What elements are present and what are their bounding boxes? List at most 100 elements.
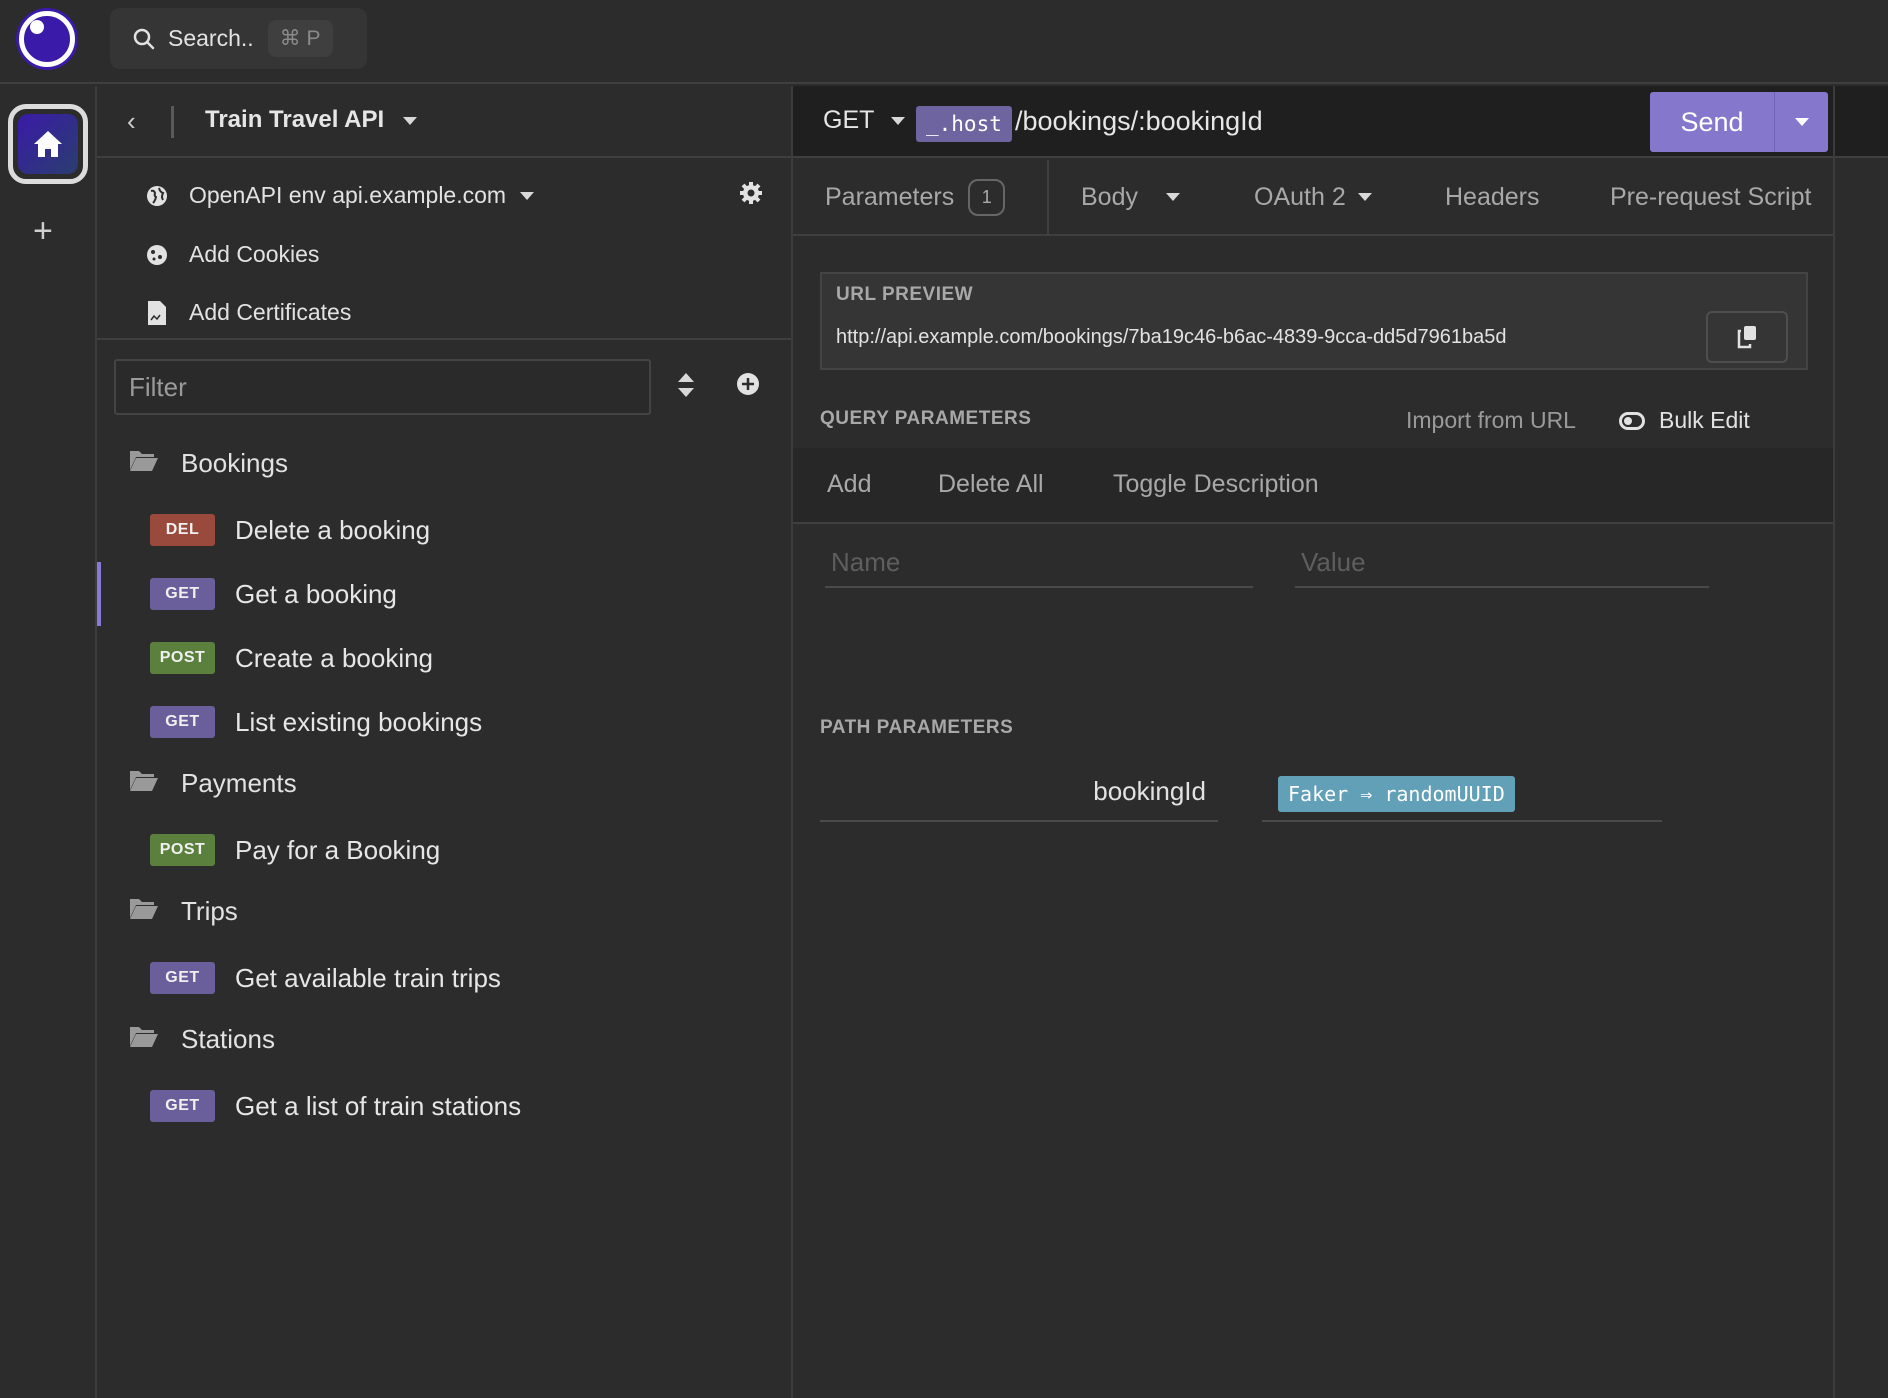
project-title-dropdown[interactable]: Train Travel API: [205, 106, 417, 134]
header-extension: [1835, 86, 1888, 158]
cookie-icon: [147, 244, 167, 265]
url-preview-box: URL PREVIEW http://api.example.com/booki…: [820, 272, 1808, 370]
add-cookies-button[interactable]: Add Cookies: [145, 241, 319, 268]
sidebar-header: ‹ Train Travel API: [97, 86, 791, 158]
request-label: Create a booking: [235, 642, 434, 673]
url-bar: GET _.host /bookings/:bookingId Send: [793, 86, 1833, 158]
folder-item[interactable]: Trips: [129, 896, 238, 927]
path-parameters-label: PATH PARAMETERS: [820, 717, 1014, 738]
add-request-icon[interactable]: [736, 372, 760, 401]
add-certificates-label: Add Certificates: [189, 299, 352, 325]
chevron-down-icon: [1794, 118, 1809, 126]
folder-label: Stations: [181, 1024, 275, 1054]
sort-icon[interactable]: [677, 372, 695, 403]
gear-icon[interactable]: [739, 181, 763, 210]
request-label: Get available train trips: [235, 962, 501, 993]
send-options-button[interactable]: [1775, 92, 1828, 152]
app-logo[interactable]: [19, 11, 75, 67]
request-label: Get a list of train stations: [235, 1090, 522, 1121]
environment-section: OpenAPI env api.example.com Add Cookies …: [97, 160, 791, 340]
top-bar: Search.. ⌘ P: [0, 0, 1888, 84]
folder-label: Payments: [181, 768, 297, 798]
tab-headers-label: Headers: [1445, 182, 1540, 211]
query-name-input[interactable]: [825, 538, 1253, 588]
method-badge: POST: [150, 642, 215, 674]
folder-label: Bookings: [181, 448, 288, 478]
tab-body-label: Body: [1081, 182, 1138, 211]
tab-pre-request-label: Pre-request Script: [1610, 182, 1812, 211]
method-badge: GET: [150, 578, 215, 610]
method-badge: GET: [150, 1090, 215, 1122]
folder-open-icon: [129, 768, 159, 799]
request-item[interactable]: DEL Delete a booking: [97, 498, 791, 562]
tab-pre-request-script[interactable]: Pre-request Script: [1610, 160, 1811, 234]
query-actions-bar: Add Delete All Toggle Description: [793, 448, 1833, 524]
search-shortcut: ⌘ P: [267, 20, 333, 57]
environment-selector[interactable]: OpenAPI env api.example.com: [145, 182, 535, 209]
method-dropdown[interactable]: GET: [823, 106, 905, 135]
request-item[interactable]: GET Get a booking: [97, 562, 791, 626]
folder-item[interactable]: Bookings: [129, 448, 288, 479]
method-badge: GET: [150, 962, 215, 994]
divider: [171, 106, 174, 138]
add-query-button[interactable]: Add: [827, 470, 871, 499]
url-path-input[interactable]: /bookings/:bookingId: [1015, 106, 1263, 137]
home-button[interactable]: [8, 104, 88, 184]
globe-icon: [147, 185, 167, 206]
request-item[interactable]: GET Get available train trips: [97, 946, 791, 1010]
tab-auth-label: OAuth 2: [1254, 182, 1346, 211]
request-item[interactable]: POST Pay for a Booking: [97, 818, 791, 882]
tab-parameters-label: Parameters: [825, 182, 955, 211]
method-badge: DEL: [150, 514, 215, 546]
back-chevron-icon[interactable]: ‹: [127, 106, 136, 137]
query-parameters-label: QUERY PARAMETERS: [820, 408, 1032, 429]
copy-icon: [1737, 326, 1756, 349]
left-rail: +: [0, 86, 97, 1398]
search-label: Search..: [168, 25, 254, 51]
host-variable-tag[interactable]: _.host: [916, 106, 1012, 142]
query-value-input[interactable]: [1295, 538, 1709, 588]
copy-url-button[interactable]: [1706, 311, 1788, 363]
add-cookies-label: Add Cookies: [189, 241, 320, 267]
add-workspace-button[interactable]: +: [33, 214, 53, 248]
add-certificates-button[interactable]: Add Certificates: [145, 299, 351, 326]
delete-all-button[interactable]: Delete All: [938, 470, 1044, 499]
send-button-group: Send: [1650, 92, 1828, 152]
home-icon: [34, 131, 62, 157]
folder-item[interactable]: Payments: [129, 768, 297, 799]
send-button[interactable]: Send: [1650, 92, 1775, 152]
request-item[interactable]: GET List existing bookings: [97, 690, 791, 754]
path-param-value-input[interactable]: Faker ⇒ randomUUID: [1262, 766, 1662, 822]
method-badge: POST: [150, 834, 215, 866]
request-panel: GET _.host /bookings/:bookingId Send Par…: [793, 86, 1835, 1398]
bulk-edit-toggle[interactable]: Bulk Edit: [1619, 407, 1750, 434]
chevron-down-icon: [890, 117, 905, 126]
folder-open-icon: [129, 1024, 159, 1055]
tab-auth[interactable]: OAuth 2: [1254, 160, 1372, 234]
project-title: Train Travel API: [205, 106, 385, 133]
import-from-url-button[interactable]: Import from URL: [1406, 407, 1576, 434]
request-label: List existing bookings: [235, 706, 483, 737]
tab-body[interactable]: Body: [1081, 160, 1180, 234]
tab-headers[interactable]: Headers: [1445, 160, 1540, 234]
path-param-name: bookingId: [820, 766, 1218, 822]
search-button[interactable]: Search.. ⌘ P: [110, 8, 367, 69]
faker-tag[interactable]: Faker ⇒ randomUUID: [1278, 776, 1515, 812]
request-label: Pay for a Booking: [235, 834, 441, 865]
request-label: Delete a booking: [235, 514, 431, 545]
request-tabs: Parameters 1 Body OAuth 2 Headers Pre-re…: [793, 160, 1833, 236]
request-label: Get a booking: [235, 578, 397, 609]
toggle-description-button[interactable]: Toggle Description: [1113, 470, 1319, 499]
method-badge: GET: [150, 706, 215, 738]
chevron-down-icon: [402, 116, 417, 125]
sidebar: ‹ Train Travel API OpenAPI env api.examp…: [97, 86, 793, 1398]
request-item[interactable]: GET Get a list of train stations: [97, 1074, 791, 1138]
filter-input[interactable]: [114, 359, 651, 415]
folder-item[interactable]: Stations: [129, 1024, 275, 1055]
folder-open-icon: [129, 896, 159, 927]
chevron-down-icon: [1357, 193, 1372, 201]
tab-parameters[interactable]: Parameters 1: [793, 160, 1049, 234]
request-item[interactable]: POST Create a booking: [97, 626, 791, 690]
chevron-down-icon: [520, 191, 535, 200]
bulk-edit-label: Bulk Edit: [1659, 407, 1750, 433]
